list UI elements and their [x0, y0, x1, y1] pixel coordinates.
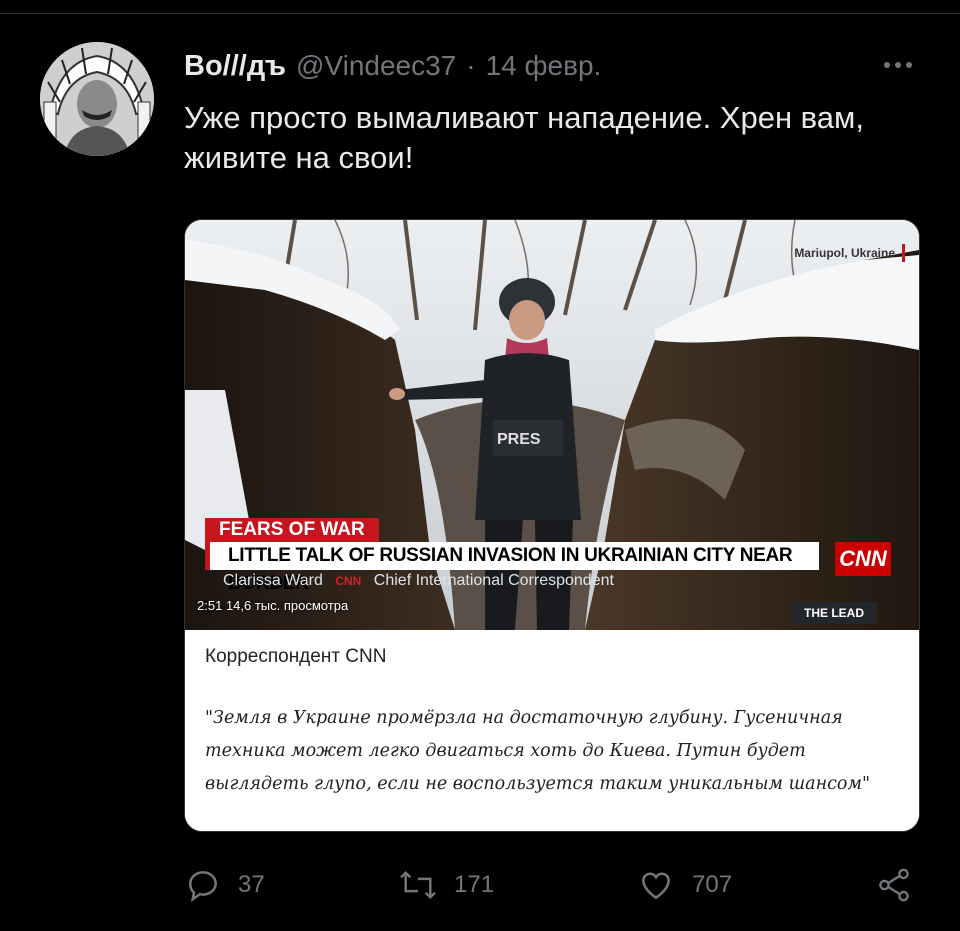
separator-dot: · — [466, 50, 476, 81]
reply-button[interactable]: 37 — [184, 862, 265, 908]
avatar-image — [40, 42, 154, 156]
like-count: 707 — [692, 871, 733, 898]
media-card[interactable]: PRES Mariupol, Ukraine FEARS OF WAR LITT… — [184, 219, 920, 832]
reporter-line: Clarissa Ward CNN Chief International Co… — [223, 572, 823, 592]
like-button[interactable]: 707 — [636, 862, 732, 908]
show-badge: THE LEAD — [791, 602, 877, 624]
lower-third-kicker: FEARS OF WAR — [205, 518, 379, 542]
retweet-button[interactable]: 171 — [398, 862, 494, 908]
tweet-header: Во///дъ @Vindeec37 · 14 февр. — [184, 50, 924, 86]
video-duration: 2:51 — [197, 598, 223, 613]
reply-icon — [189, 871, 217, 903]
reporter-name: Clarissa Ward — [223, 572, 323, 589]
caption-title: Корреспондент CNN — [205, 646, 387, 667]
tweet-actions: 37 171 707 — [184, 862, 924, 908]
like-icon — [642, 872, 670, 900]
reply-count: 37 — [238, 871, 265, 898]
cnn-lower-third: FEARS OF WAR LITTLE TALK OF RUSSIAN INVA… — [205, 518, 895, 598]
location-bar — [902, 244, 905, 262]
user-handle[interactable]: @Vindeec37 — [296, 50, 456, 82]
more-icon[interactable] — [878, 50, 918, 80]
share-button[interactable] — [874, 862, 914, 908]
location-label: Mariupol, Ukraine — [794, 246, 895, 260]
caption-quote: "Земля в Украине промёрзла на достаточну… — [205, 708, 870, 794]
tweet-text: Уже просто вымаливают нападение. Хрен ва… — [184, 100, 864, 175]
video-stats: 2:51 14,6 тыс. просмотра — [197, 598, 348, 613]
video-views: 14,6 тыс. просмотра — [225, 598, 349, 613]
reporter-title: Chief International Correspondent — [373, 572, 614, 589]
lower-third-headline: LITTLE TALK OF RUSSIAN INVASION IN UKRAI… — [205, 542, 819, 594]
share-icon — [879, 868, 909, 902]
display-name[interactable]: Во///дъ — [184, 50, 286, 83]
retweet-count: 171 — [454, 871, 495, 898]
avatar[interactable] — [40, 42, 154, 156]
tweet-date[interactable]: 14 февр. — [486, 50, 602, 82]
top-divider — [0, 13, 960, 14]
cnn-small-logo: CNN — [335, 574, 362, 588]
press-label: PRES — [497, 431, 541, 448]
cnn-logo: CNN — [835, 542, 891, 576]
retweet-icon — [400, 870, 436, 900]
image-caption: Корреспондент CNN "Земля в Украине промё… — [185, 630, 919, 831]
news-photo: PRES Mariupol, Ukraine FEARS OF WAR LITT… — [185, 220, 919, 630]
